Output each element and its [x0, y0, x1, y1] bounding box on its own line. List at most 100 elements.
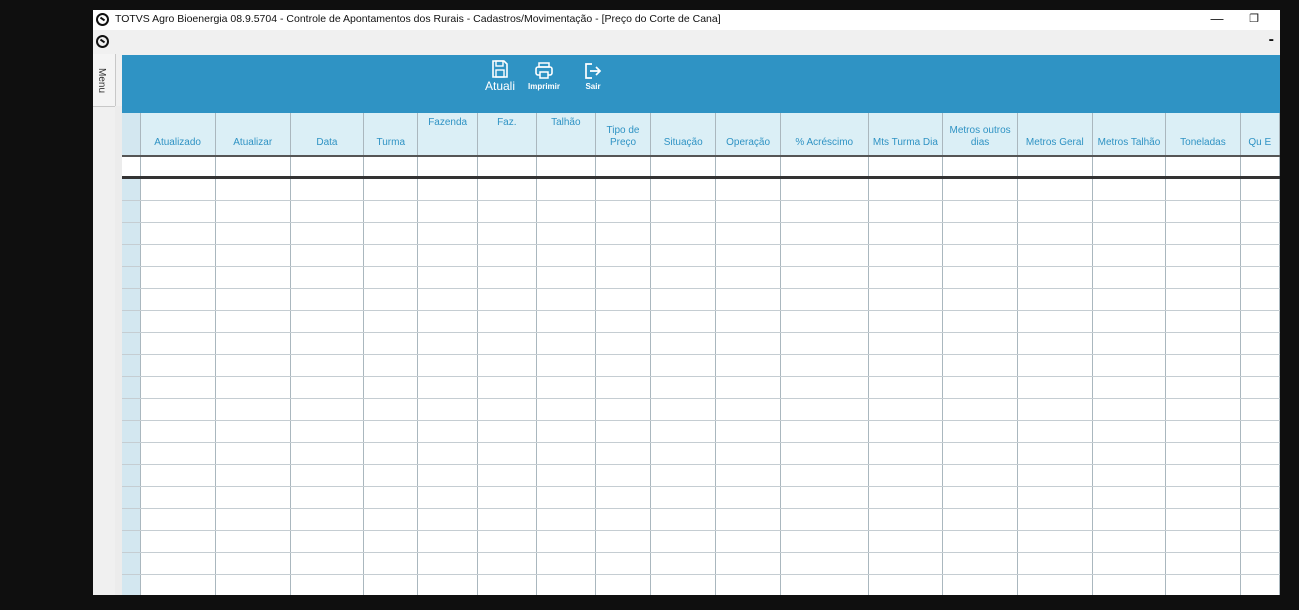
- side-menu-tab[interactable]: Menu: [93, 54, 116, 107]
- grid-cell[interactable]: [780, 177, 869, 201]
- grid-cell[interactable]: [140, 552, 216, 575]
- grid-cell[interactable]: [477, 464, 537, 487]
- table-row[interactable]: [122, 486, 1280, 509]
- grid-cell[interactable]: [363, 508, 419, 531]
- grid-cell[interactable]: [140, 244, 216, 267]
- grid-cell[interactable]: [595, 442, 652, 465]
- grid-cell[interactable]: [1017, 288, 1093, 311]
- grid-cell[interactable]: [1092, 552, 1167, 575]
- column-header[interactable]: Metros Talhão: [1092, 113, 1167, 157]
- grid-cell[interactable]: [1017, 266, 1093, 289]
- grid-cell[interactable]: [1092, 222, 1167, 245]
- row-indicator[interactable]: [122, 354, 141, 377]
- row-indicator[interactable]: [122, 310, 141, 333]
- grid-cell[interactable]: [1092, 200, 1167, 223]
- grid-cell[interactable]: [1165, 552, 1241, 575]
- grid-cell[interactable]: [1240, 177, 1280, 201]
- column-header[interactable]: Atualizar: [215, 113, 291, 157]
- grid-cell[interactable]: [715, 552, 781, 575]
- grid-cell[interactable]: [536, 486, 596, 509]
- grid-cell[interactable]: [780, 266, 869, 289]
- grid-cell[interactable]: [1240, 244, 1280, 267]
- table-row[interactable]: [122, 398, 1280, 421]
- grid-cell[interactable]: [363, 244, 419, 267]
- grid-cell[interactable]: [650, 244, 717, 267]
- grid-cell[interactable]: [595, 552, 652, 575]
- grid-cell[interactable]: [650, 332, 717, 355]
- grid-cell[interactable]: [780, 442, 869, 465]
- grid-cell[interactable]: [140, 508, 216, 531]
- grid-cell[interactable]: [477, 354, 537, 377]
- grid-cell[interactable]: [942, 420, 1018, 443]
- grid-cell[interactable]: [715, 200, 781, 223]
- row-indicator[interactable]: [122, 244, 141, 267]
- grid-cell[interactable]: [363, 332, 419, 355]
- grid-cell[interactable]: [140, 200, 216, 223]
- grid-cell[interactable]: [215, 486, 291, 509]
- grid-cell[interactable]: [536, 354, 596, 377]
- grid-cell[interactable]: [1017, 486, 1093, 509]
- grid-cell[interactable]: [477, 574, 537, 595]
- grid-cell[interactable]: [215, 310, 291, 333]
- grid-cell[interactable]: [363, 442, 419, 465]
- grid-cell[interactable]: [868, 486, 944, 509]
- grid-cell[interactable]: [140, 574, 216, 595]
- table-row[interactable]: [122, 288, 1280, 311]
- grid-cell[interactable]: [140, 266, 216, 289]
- grid-cell[interactable]: [363, 310, 419, 333]
- row-indicator[interactable]: [122, 530, 141, 553]
- grid-cell[interactable]: [536, 288, 596, 311]
- grid-cell[interactable]: [868, 200, 944, 223]
- grid-cell[interactable]: [417, 574, 478, 595]
- row-indicator[interactable]: [122, 332, 141, 355]
- grid-cell[interactable]: [140, 486, 216, 509]
- grid-cell[interactable]: [595, 464, 652, 487]
- grid-cell[interactable]: [1017, 244, 1093, 267]
- grid-cell[interactable]: [290, 486, 365, 509]
- grid-cell[interactable]: [215, 222, 291, 245]
- grid-cell[interactable]: [1240, 156, 1280, 179]
- grid-cell[interactable]: [780, 156, 869, 179]
- grid-cell[interactable]: [780, 552, 869, 575]
- grid-cell[interactable]: [650, 508, 717, 531]
- column-header[interactable]: % Acréscimo: [780, 113, 869, 157]
- table-row[interactable]: [122, 244, 1280, 267]
- row-indicator[interactable]: [122, 266, 141, 289]
- grid-cell[interactable]: [290, 552, 365, 575]
- grid-cell[interactable]: [536, 244, 596, 267]
- grid-cell[interactable]: [942, 530, 1018, 553]
- grid-cell[interactable]: [215, 376, 291, 399]
- grid-cell[interactable]: [477, 398, 537, 421]
- grid-cell[interactable]: [780, 376, 869, 399]
- grid-cell[interactable]: [417, 552, 478, 575]
- grid-cell[interactable]: [1165, 420, 1241, 443]
- grid-cell[interactable]: [363, 177, 419, 201]
- row-indicator[interactable]: [122, 420, 141, 443]
- grid-cell[interactable]: [1017, 398, 1093, 421]
- grid-cell[interactable]: [417, 486, 478, 509]
- grid-cell[interactable]: [417, 398, 478, 421]
- grid-cell[interactable]: [417, 420, 478, 443]
- grid-cell[interactable]: [780, 464, 869, 487]
- grid-cell[interactable]: [650, 354, 717, 377]
- grid-cell[interactable]: [290, 574, 365, 595]
- grid-cell[interactable]: [417, 244, 478, 267]
- grid-cell[interactable]: [650, 288, 717, 311]
- grid-cell[interactable]: [536, 156, 596, 179]
- column-header[interactable]: Metros outros dias: [942, 113, 1018, 157]
- grid-cell[interactable]: [140, 177, 216, 201]
- column-header[interactable]: Faz.: [477, 113, 537, 157]
- grid-cell[interactable]: [595, 310, 652, 333]
- grid-cell[interactable]: [417, 310, 478, 333]
- grid-cell[interactable]: [1017, 442, 1093, 465]
- grid-cell[interactable]: [1017, 222, 1093, 245]
- print-button[interactable]: Imprimir: [527, 62, 561, 91]
- grid-cell[interactable]: [477, 222, 537, 245]
- grid-cell[interactable]: [215, 398, 291, 421]
- grid-cell[interactable]: [290, 376, 365, 399]
- grid-cell[interactable]: [140, 222, 216, 245]
- grid-cell[interactable]: [595, 508, 652, 531]
- grid-cell[interactable]: [715, 332, 781, 355]
- row-indicator[interactable]: [122, 508, 141, 531]
- table-row[interactable]: [122, 222, 1280, 245]
